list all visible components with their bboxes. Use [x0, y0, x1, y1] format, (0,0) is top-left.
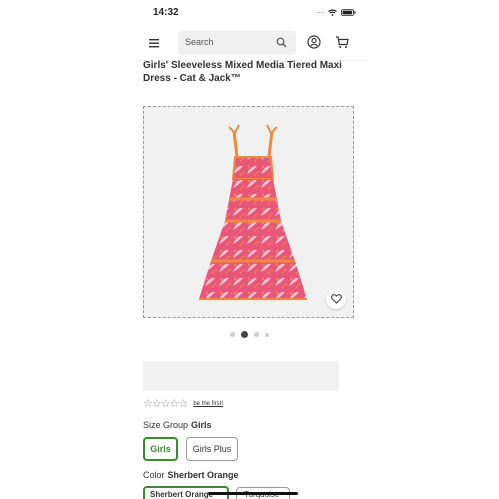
size-option-girls[interactable]: Girls — [143, 437, 178, 461]
signal-icon: ···· — [316, 7, 325, 17]
star-rating-icon: ☆☆☆☆☆ — [143, 398, 188, 410]
color-value: Sherbert Orange — [167, 470, 239, 480]
carousel-dot[interactable] — [254, 332, 259, 337]
price-placeholder — [143, 361, 339, 391]
dress-image — [199, 124, 307, 300]
battery-icon — [341, 8, 356, 16]
favorite-button[interactable] — [326, 289, 346, 309]
heart-icon — [330, 294, 342, 304]
status-icons: ···· — [316, 7, 356, 17]
status-bar: 14:32 ···· — [136, 0, 366, 26]
phone-screen: 14:32 ···· Search Girls' Sleeveless Mixe… — [136, 0, 366, 499]
color-label: Color — [143, 470, 165, 480]
search-icon[interactable] — [276, 37, 287, 48]
cart-button[interactable] — [335, 35, 349, 49]
account-button[interactable] — [307, 35, 321, 49]
product-image[interactable] — [143, 106, 354, 318]
review-link[interactable]: be the first! — [193, 401, 223, 407]
status-time: 14:32 — [153, 7, 179, 18]
cart-icon — [336, 36, 349, 48]
size-group-row: Size Group Girls — [143, 420, 212, 430]
hamburger-icon — [149, 39, 159, 48]
product-title: Girls' Sleeveless Mixed Media Tiered Max… — [143, 60, 342, 84]
search-input[interactable]: Search — [178, 31, 296, 55]
account-icon — [307, 35, 321, 49]
carousel-dot[interactable] — [265, 332, 269, 337]
size-option-girls-plus[interactable]: Girls Plus — [186, 437, 238, 461]
carousel-dot[interactable] — [230, 332, 235, 337]
color-row: Color Sherbert Orange — [143, 470, 239, 480]
size-group-value: Girls — [191, 420, 212, 430]
size-group-label: Size Group — [143, 420, 189, 430]
rating-row: ☆☆☆☆☆ be the first! — [143, 397, 223, 410]
menu-button[interactable] — [148, 36, 160, 48]
carousel-indicator — [230, 331, 269, 338]
app-header: Search — [136, 28, 366, 58]
home-indicator — [208, 492, 298, 495]
carousel-dot-active[interactable] — [241, 331, 248, 338]
wifi-icon — [328, 8, 337, 16]
search-placeholder: Search — [185, 37, 214, 47]
